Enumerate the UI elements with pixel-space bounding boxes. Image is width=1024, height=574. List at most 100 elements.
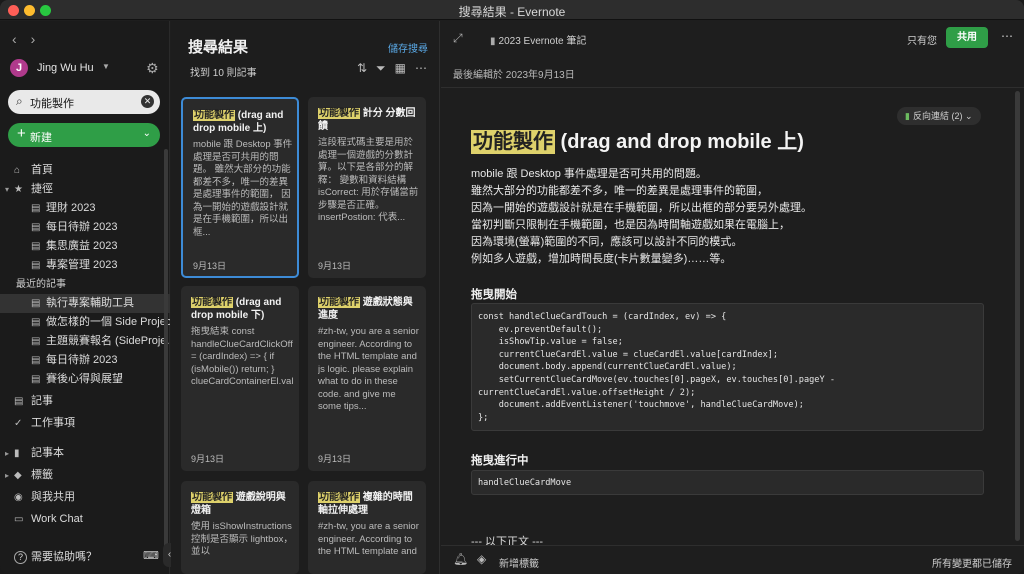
chat-icon: ▭ (14, 514, 24, 525)
note-card[interactable]: 功能製作 複雜的時間軸拉伸處理 #zh-tw, you are a senior… (308, 481, 426, 574)
paragraph-line: 當初判斷只限制在手機範圍，也是因為時間軸遊戲如果在電腦上， (471, 219, 790, 231)
recent-item[interactable]: ▤ 賽後心得與展望 (0, 370, 170, 389)
sidebar-item-shortcuts[interactable]: ▾ ★ 捷徑 (0, 180, 170, 199)
note-card-snippet: 拖曳結束 const handleClueCardClickOff = (car… (191, 326, 293, 387)
code-block[interactable]: const handleClueCardTouch = (cardIndex, … (471, 303, 984, 431)
new-note-button[interactable]: + 新建 ⌄ (8, 123, 160, 147)
backlinks-button[interactable]: ▮ 反向連結 (2) ⌄ (897, 107, 981, 125)
caret-down-icon[interactable]: ▾ (5, 180, 9, 199)
section-heading: 拖曳開始 (471, 289, 517, 301)
sidebar-scrollbar[interactable] (164, 149, 168, 559)
sidebar-item-shared[interactable]: ◉ 與我共用 (0, 488, 170, 507)
sidebar-item-home[interactable]: ⌂ 首頁 (0, 161, 170, 180)
shortcut-item[interactable]: ▤ 每日待辦 2023 (0, 218, 170, 237)
plus-icon: + (17, 125, 26, 142)
avatar: J (10, 59, 28, 77)
more-options-icon[interactable]: ⋯ (415, 61, 427, 75)
sidebar: ‹ › J Jing Wu Hu ▼ ⚙ ⌕ 功能製作 ✕ + 新建 ⌄ ⌂ 首… (0, 21, 170, 574)
recent-item[interactable]: ▤ 每日待辦 2023 (0, 351, 170, 370)
code-line: handleClueCardMove (478, 478, 572, 488)
note-title[interactable]: 功能製作 (drag and drop mobile 上) (471, 125, 804, 154)
code-line: }; (478, 412, 489, 423)
note-card[interactable]: 功能製作 (drag and drop mobile 下) 拖曳結束 const… (181, 286, 299, 471)
reminder-icon[interactable]: 🔔︎ (453, 552, 468, 566)
sidebar-item-tasks[interactable]: ✓ 工作事項 (0, 414, 170, 433)
gear-icon[interactable]: ⚙ (146, 60, 159, 77)
recent-item[interactable]: ▤ 做怎樣的一個 Side Project (0, 313, 170, 332)
chevron-down-icon[interactable]: ⌄ (143, 128, 151, 139)
chevron-down-icon: ▼ (102, 62, 110, 71)
question-icon: ? (14, 551, 27, 564)
divider (441, 87, 1024, 88)
keyboard-icon[interactable]: ⌨ (143, 549, 159, 562)
shortcut-item[interactable]: ▤ 理財 2023 (0, 199, 170, 218)
code-line: currentClueCardEl.value.offsetHeight / 2… (478, 387, 696, 398)
recent-item[interactable]: ▤ 執行專案輔助工具 (0, 294, 170, 313)
note-card-date: 9月13日 (191, 454, 225, 464)
section-heading: 拖曳進行中 (471, 455, 529, 467)
code-block[interactable]: handleClueCardMove (471, 470, 984, 495)
note-card-date: 9月13日 (318, 454, 352, 464)
paragraph-line: 因為環境(螢幕)範圍的不同，應該可以設計不同的模式。 (471, 236, 743, 248)
search-input[interactable]: ⌕ 功能製作 ✕ (8, 90, 160, 114)
search-highlight: 功能製作 (318, 297, 360, 308)
note-body-paragraph[interactable]: mobile 跟 Desktop 事件處理是否可共用的問題。 雖然大部分的功能都… (471, 166, 991, 268)
recent-item[interactable]: ▤ 主題競賽報名 (SideProje... (0, 332, 170, 351)
note-card-title: 功能製作 複雜的時間軸拉伸處理 (318, 491, 420, 517)
share-button[interactable]: 共用 (946, 27, 988, 48)
sidebar-item-tags[interactable]: ▸ ◆ 標籤 (0, 466, 170, 485)
code-line: currentClueCardEl.value = clueCardEl.val… (478, 349, 779, 360)
forward-arrow-icon[interactable]: › (31, 31, 36, 47)
check-circle-icon: ✓ (14, 418, 23, 429)
notebook-icon: ▮ (14, 448, 20, 459)
note-card[interactable]: 功能製作 遊戲狀態與進度 #zh-tw, you are a senior en… (308, 286, 426, 471)
caret-right-icon[interactable]: ▸ (5, 444, 9, 463)
clear-search-icon[interactable]: ✕ (141, 95, 154, 108)
help-button[interactable]: ? 需要協助嗎？ (14, 548, 97, 564)
expand-icon[interactable]: ⤢ (453, 31, 463, 46)
note-card[interactable]: 功能製作 (drag and drop mobile 上) mobile 跟 D… (181, 97, 299, 278)
note-title-text: (drag and drop mobile 上) (555, 131, 804, 153)
shortcut-label: 每日待辦 2023 (46, 221, 118, 233)
note-editor: ⤢ ▮ 2023 Evernote 筆記 只有您 共用 ⋯ 最後編輯於 2023年… (441, 21, 1024, 574)
note-list-panel: 搜尋結果 儲存搜尋 找到 10 則記事 ⇅ ⏷ ▦ ⋯ 功能製作 (drag and … (171, 21, 440, 574)
recent-label: 賽後心得與展望 (46, 373, 123, 385)
note-card-snippet: #zh-tw, you are a senior engineer. Accor… (318, 326, 419, 412)
caret-right-icon[interactable]: ▸ (5, 466, 9, 485)
note-icon: ▤ (31, 241, 41, 252)
sidebar-item-label: 與我共用 (31, 491, 75, 503)
filter-icon[interactable]: ⏷ (376, 61, 386, 75)
sort-icon[interactable]: ⇅ (357, 61, 367, 75)
more-options-icon[interactable]: ⋯ (1001, 29, 1013, 43)
tag-add-icon[interactable]: ◈ (477, 552, 486, 566)
notebook-selector[interactable]: ▮ 2023 Evernote 筆記 (490, 32, 586, 47)
add-tag-button[interactable]: 新增標籤 (499, 555, 539, 570)
help-label: 需要協助嗎？ (31, 551, 97, 563)
account-menu[interactable]: J Jing Wu Hu ▼ ⚙ (10, 59, 162, 79)
search-value: 功能製作 (30, 98, 74, 110)
notebook-name: 2023 Evernote 筆記 (498, 36, 587, 47)
code-line: const handleClueCardTouch = (cardIndex, … (478, 312, 727, 322)
recent-label: 做怎樣的一個 Side Project (46, 316, 170, 328)
note-card-title: 功能製作 (drag and drop mobile 上) (193, 109, 295, 135)
note-card-snippet: #zh-tw, you are a senior engineer. Accor… (318, 521, 419, 557)
sidebar-item-notes[interactable]: ▤ 記事 (0, 392, 170, 411)
sidebar-item-notebooks[interactable]: ▸ ▮ 記事本 (0, 444, 170, 463)
view-options-icon[interactable]: ▦ (395, 61, 406, 75)
code-line: document.addEventListener('touchmove', h… (478, 400, 804, 411)
back-arrow-icon[interactable]: ‹ (12, 31, 17, 47)
note-icon: ▤ (31, 203, 41, 214)
note-card[interactable]: 功能製作 計分 分數回饋 這段程式碼主要是用於處理一個遊戲的分數計算。以下是各部… (308, 97, 426, 278)
sharing-status: 只有您 (907, 36, 937, 47)
sidebar-item-work-chat[interactable]: ▭ Work Chat (0, 510, 170, 529)
note-card-title: 功能製作 遊戲狀態與進度 (318, 296, 420, 322)
page-title: 搜尋結果 (188, 39, 249, 56)
note-card[interactable]: 功能製作 遊戲說明與燈箱 使用 isShowInstructions 控制是否顯… (181, 481, 299, 574)
shortcut-item[interactable]: ▤ 專案管理 2023 (0, 256, 170, 275)
save-search-link[interactable]: 儲存搜尋 (388, 40, 428, 55)
shortcut-item[interactable]: ▤ 集思廣益 2023 (0, 237, 170, 256)
search-highlight: 功能製作 (471, 130, 555, 154)
editor-scrollbar[interactable] (1015, 91, 1020, 541)
note-icon: ▤ (31, 355, 41, 366)
sidebar-item-label: 捷徑 (31, 183, 53, 195)
